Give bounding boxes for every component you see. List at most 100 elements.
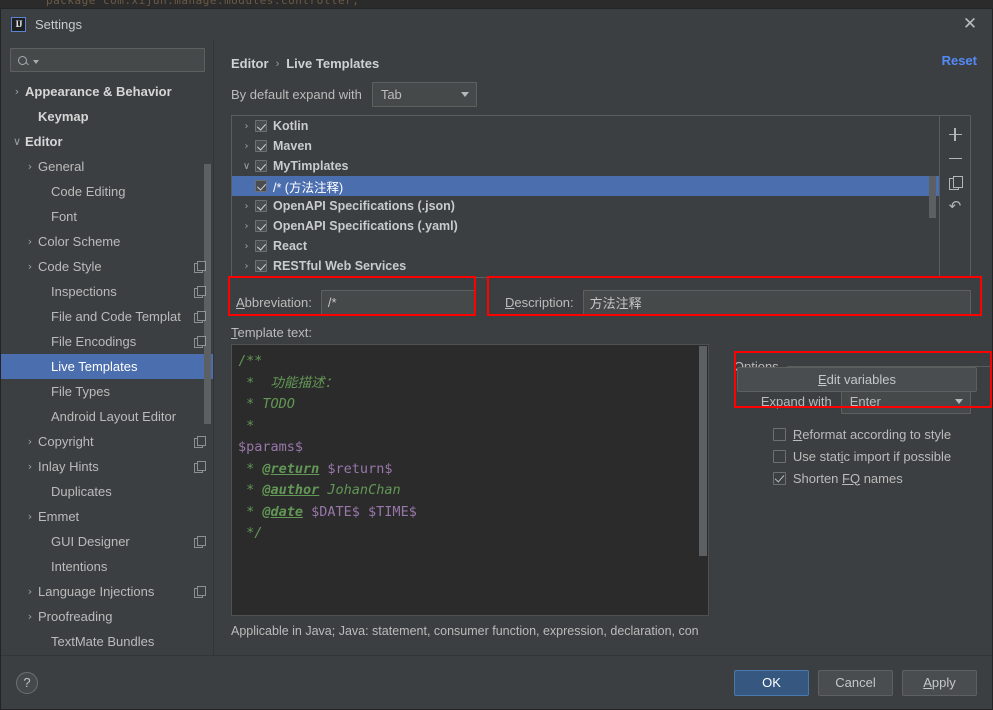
template-checkbox[interactable] bbox=[255, 120, 267, 132]
templates-scrollbar-track[interactable] bbox=[929, 176, 936, 276]
chevron-down-icon[interactable]: ∨ bbox=[9, 136, 25, 147]
edit-variables-button[interactable]: Edit variables bbox=[737, 367, 977, 392]
sidebar-item-live-templates[interactable]: ›Live Templates bbox=[1, 354, 213, 379]
chevron-right-icon[interactable]: › bbox=[238, 141, 255, 152]
option-checkbox-row[interactable]: Use static import if possible bbox=[773, 445, 992, 467]
template-checkbox[interactable] bbox=[255, 180, 267, 192]
apply-button[interactable]: Apply bbox=[902, 670, 977, 696]
copy-settings-icon[interactable] bbox=[194, 311, 205, 322]
sidebar-scrollbar-track[interactable] bbox=[204, 164, 211, 634]
revert-icon[interactable]: ↶ bbox=[943, 194, 967, 218]
option-checkbox-row[interactable]: Reformat according to style bbox=[773, 423, 992, 445]
default-expand-select[interactable]: Tab bbox=[372, 82, 477, 107]
sidebar-tree[interactable]: ›Appearance & Behavior›Keymap∨Editor›Gen… bbox=[1, 78, 213, 655]
search-input[interactable] bbox=[39, 53, 198, 67]
chevron-right-icon[interactable]: › bbox=[22, 236, 38, 247]
chevron-right-icon[interactable]: › bbox=[22, 261, 38, 272]
sidebar-item-copyright[interactable]: ›Copyright bbox=[1, 429, 213, 454]
sidebar-item-file-types[interactable]: ›File Types bbox=[1, 379, 213, 404]
checkbox[interactable] bbox=[773, 428, 786, 441]
chevron-right-icon[interactable]: › bbox=[22, 611, 38, 622]
sidebar-item-editor[interactable]: ∨Editor bbox=[1, 129, 213, 154]
chevron-down-icon[interactable]: ∨ bbox=[238, 161, 255, 172]
chevron-right-icon[interactable]: › bbox=[22, 586, 38, 597]
checkbox[interactable] bbox=[773, 450, 786, 463]
template-checkbox[interactable] bbox=[255, 240, 267, 252]
breadcrumb-parent[interactable]: Editor bbox=[231, 56, 269, 71]
template-group-row[interactable]: ›RESTful Web Services bbox=[232, 256, 939, 276]
sidebar-item-appearance-behavior[interactable]: ›Appearance & Behavior bbox=[1, 79, 213, 104]
chevron-right-icon[interactable]: › bbox=[22, 436, 38, 447]
sidebar-item-proofreading[interactable]: ›Proofreading bbox=[1, 604, 213, 629]
chevron-right-icon[interactable]: › bbox=[238, 221, 255, 232]
template-group-row[interactable]: ›Kotlin bbox=[232, 116, 939, 136]
sidebar-item-general[interactable]: ›General bbox=[1, 154, 213, 179]
sidebar-item-emmet[interactable]: ›Emmet bbox=[1, 504, 213, 529]
ok-button[interactable]: OK bbox=[734, 670, 809, 696]
templates-scrollbar-thumb[interactable] bbox=[929, 176, 936, 218]
close-icon[interactable]: ✕ bbox=[956, 12, 984, 36]
template-group-row[interactable]: ∨MyTimplates bbox=[232, 156, 939, 176]
template-checkbox[interactable] bbox=[255, 220, 267, 232]
template-checkbox[interactable] bbox=[255, 140, 267, 152]
sidebar-item-duplicates[interactable]: ›Duplicates bbox=[1, 479, 213, 504]
sidebar-item-file-and-code-templat[interactable]: ›File and Code Templat bbox=[1, 304, 213, 329]
template-text-editor[interactable]: /** * 功能描述： * TODO * $params$ * @return … bbox=[231, 344, 709, 616]
chevron-right-icon[interactable]: › bbox=[238, 261, 255, 272]
sidebar-item-textmate-bundles[interactable]: ›TextMate Bundles bbox=[1, 629, 213, 654]
sidebar-item-label: Live Templates bbox=[51, 359, 137, 374]
chevron-right-icon[interactable]: › bbox=[22, 461, 38, 472]
chevron-right-icon[interactable]: › bbox=[238, 241, 255, 252]
reset-link[interactable]: Reset bbox=[942, 53, 977, 68]
template-group-row[interactable]: ›OpenAPI Specifications (.yaml) bbox=[232, 216, 939, 236]
template-checkbox[interactable] bbox=[255, 160, 267, 172]
copy-settings-icon[interactable] bbox=[194, 261, 205, 272]
sidebar-item-color-scheme[interactable]: ›Color Scheme bbox=[1, 229, 213, 254]
template-group-row[interactable]: /* (方法注释) bbox=[232, 176, 939, 196]
description-input[interactable]: 方法注释 bbox=[583, 290, 971, 315]
template-checkbox[interactable] bbox=[255, 200, 267, 212]
abbreviation-input[interactable]: /* bbox=[321, 290, 476, 315]
sidebar-item-code-editing[interactable]: ›Code Editing bbox=[1, 179, 213, 204]
editor-scrollbar-thumb[interactable] bbox=[699, 346, 707, 556]
template-group-row[interactable]: ›React bbox=[232, 236, 939, 256]
copy-settings-icon[interactable] bbox=[194, 586, 205, 597]
sidebar-item-android-layout-editor[interactable]: ›Android Layout Editor bbox=[1, 404, 213, 429]
option-checkbox-row[interactable]: Shorten FQ names bbox=[773, 467, 992, 489]
copy-settings-icon[interactable] bbox=[194, 286, 205, 297]
copy-settings-icon[interactable] bbox=[194, 536, 205, 547]
chevron-right-icon[interactable]: › bbox=[22, 161, 38, 172]
sidebar-item-gui-designer[interactable]: ›GUI Designer bbox=[1, 529, 213, 554]
sidebar-item-keymap[interactable]: ›Keymap bbox=[1, 104, 213, 129]
cancel-button[interactable]: Cancel bbox=[818, 670, 893, 696]
remove-icon[interactable] bbox=[943, 146, 967, 170]
sidebar-item-todo[interactable]: ›TODO bbox=[1, 654, 213, 655]
chevron-right-icon[interactable]: › bbox=[238, 121, 255, 132]
template-checkbox[interactable] bbox=[255, 260, 267, 272]
templates-tree[interactable]: ›Kotlin›Maven∨MyTimplates/* (方法注释)›OpenA… bbox=[231, 115, 940, 278]
template-group-row[interactable]: ›OpenAPI Specifications (.json) bbox=[232, 196, 939, 216]
dialog-titlebar: IJ Settings ✕ bbox=[1, 9, 992, 39]
checkbox[interactable] bbox=[773, 472, 786, 485]
sidebar-item-file-encodings[interactable]: ›File Encodings bbox=[1, 329, 213, 354]
help-button[interactable]: ? bbox=[16, 672, 38, 694]
sidebar-item-inspections[interactable]: ›Inspections bbox=[1, 279, 213, 304]
sidebar-item-language-injections[interactable]: ›Language Injections bbox=[1, 579, 213, 604]
chevron-right-icon[interactable]: › bbox=[22, 511, 38, 522]
expand-with-select[interactable]: Enter bbox=[841, 389, 971, 414]
copy-settings-icon[interactable] bbox=[194, 436, 205, 447]
sidebar-item-label: Code Editing bbox=[51, 184, 125, 199]
sidebar-item-font[interactable]: ›Font bbox=[1, 204, 213, 229]
search-box[interactable] bbox=[10, 48, 205, 72]
add-icon[interactable] bbox=[943, 122, 967, 146]
duplicate-icon[interactable] bbox=[943, 170, 967, 194]
copy-settings-icon[interactable] bbox=[194, 461, 205, 472]
template-group-row[interactable]: ›Maven bbox=[232, 136, 939, 156]
sidebar-item-inlay-hints[interactable]: ›Inlay Hints bbox=[1, 454, 213, 479]
copy-settings-icon[interactable] bbox=[194, 336, 205, 347]
sidebar-item-code-style[interactable]: ›Code Style bbox=[1, 254, 213, 279]
sidebar-item-intentions[interactable]: ›Intentions bbox=[1, 554, 213, 579]
chevron-right-icon[interactable]: › bbox=[238, 201, 255, 212]
chevron-right-icon[interactable]: › bbox=[9, 86, 25, 97]
dialog-footer: ? OK Cancel Apply bbox=[1, 655, 992, 709]
